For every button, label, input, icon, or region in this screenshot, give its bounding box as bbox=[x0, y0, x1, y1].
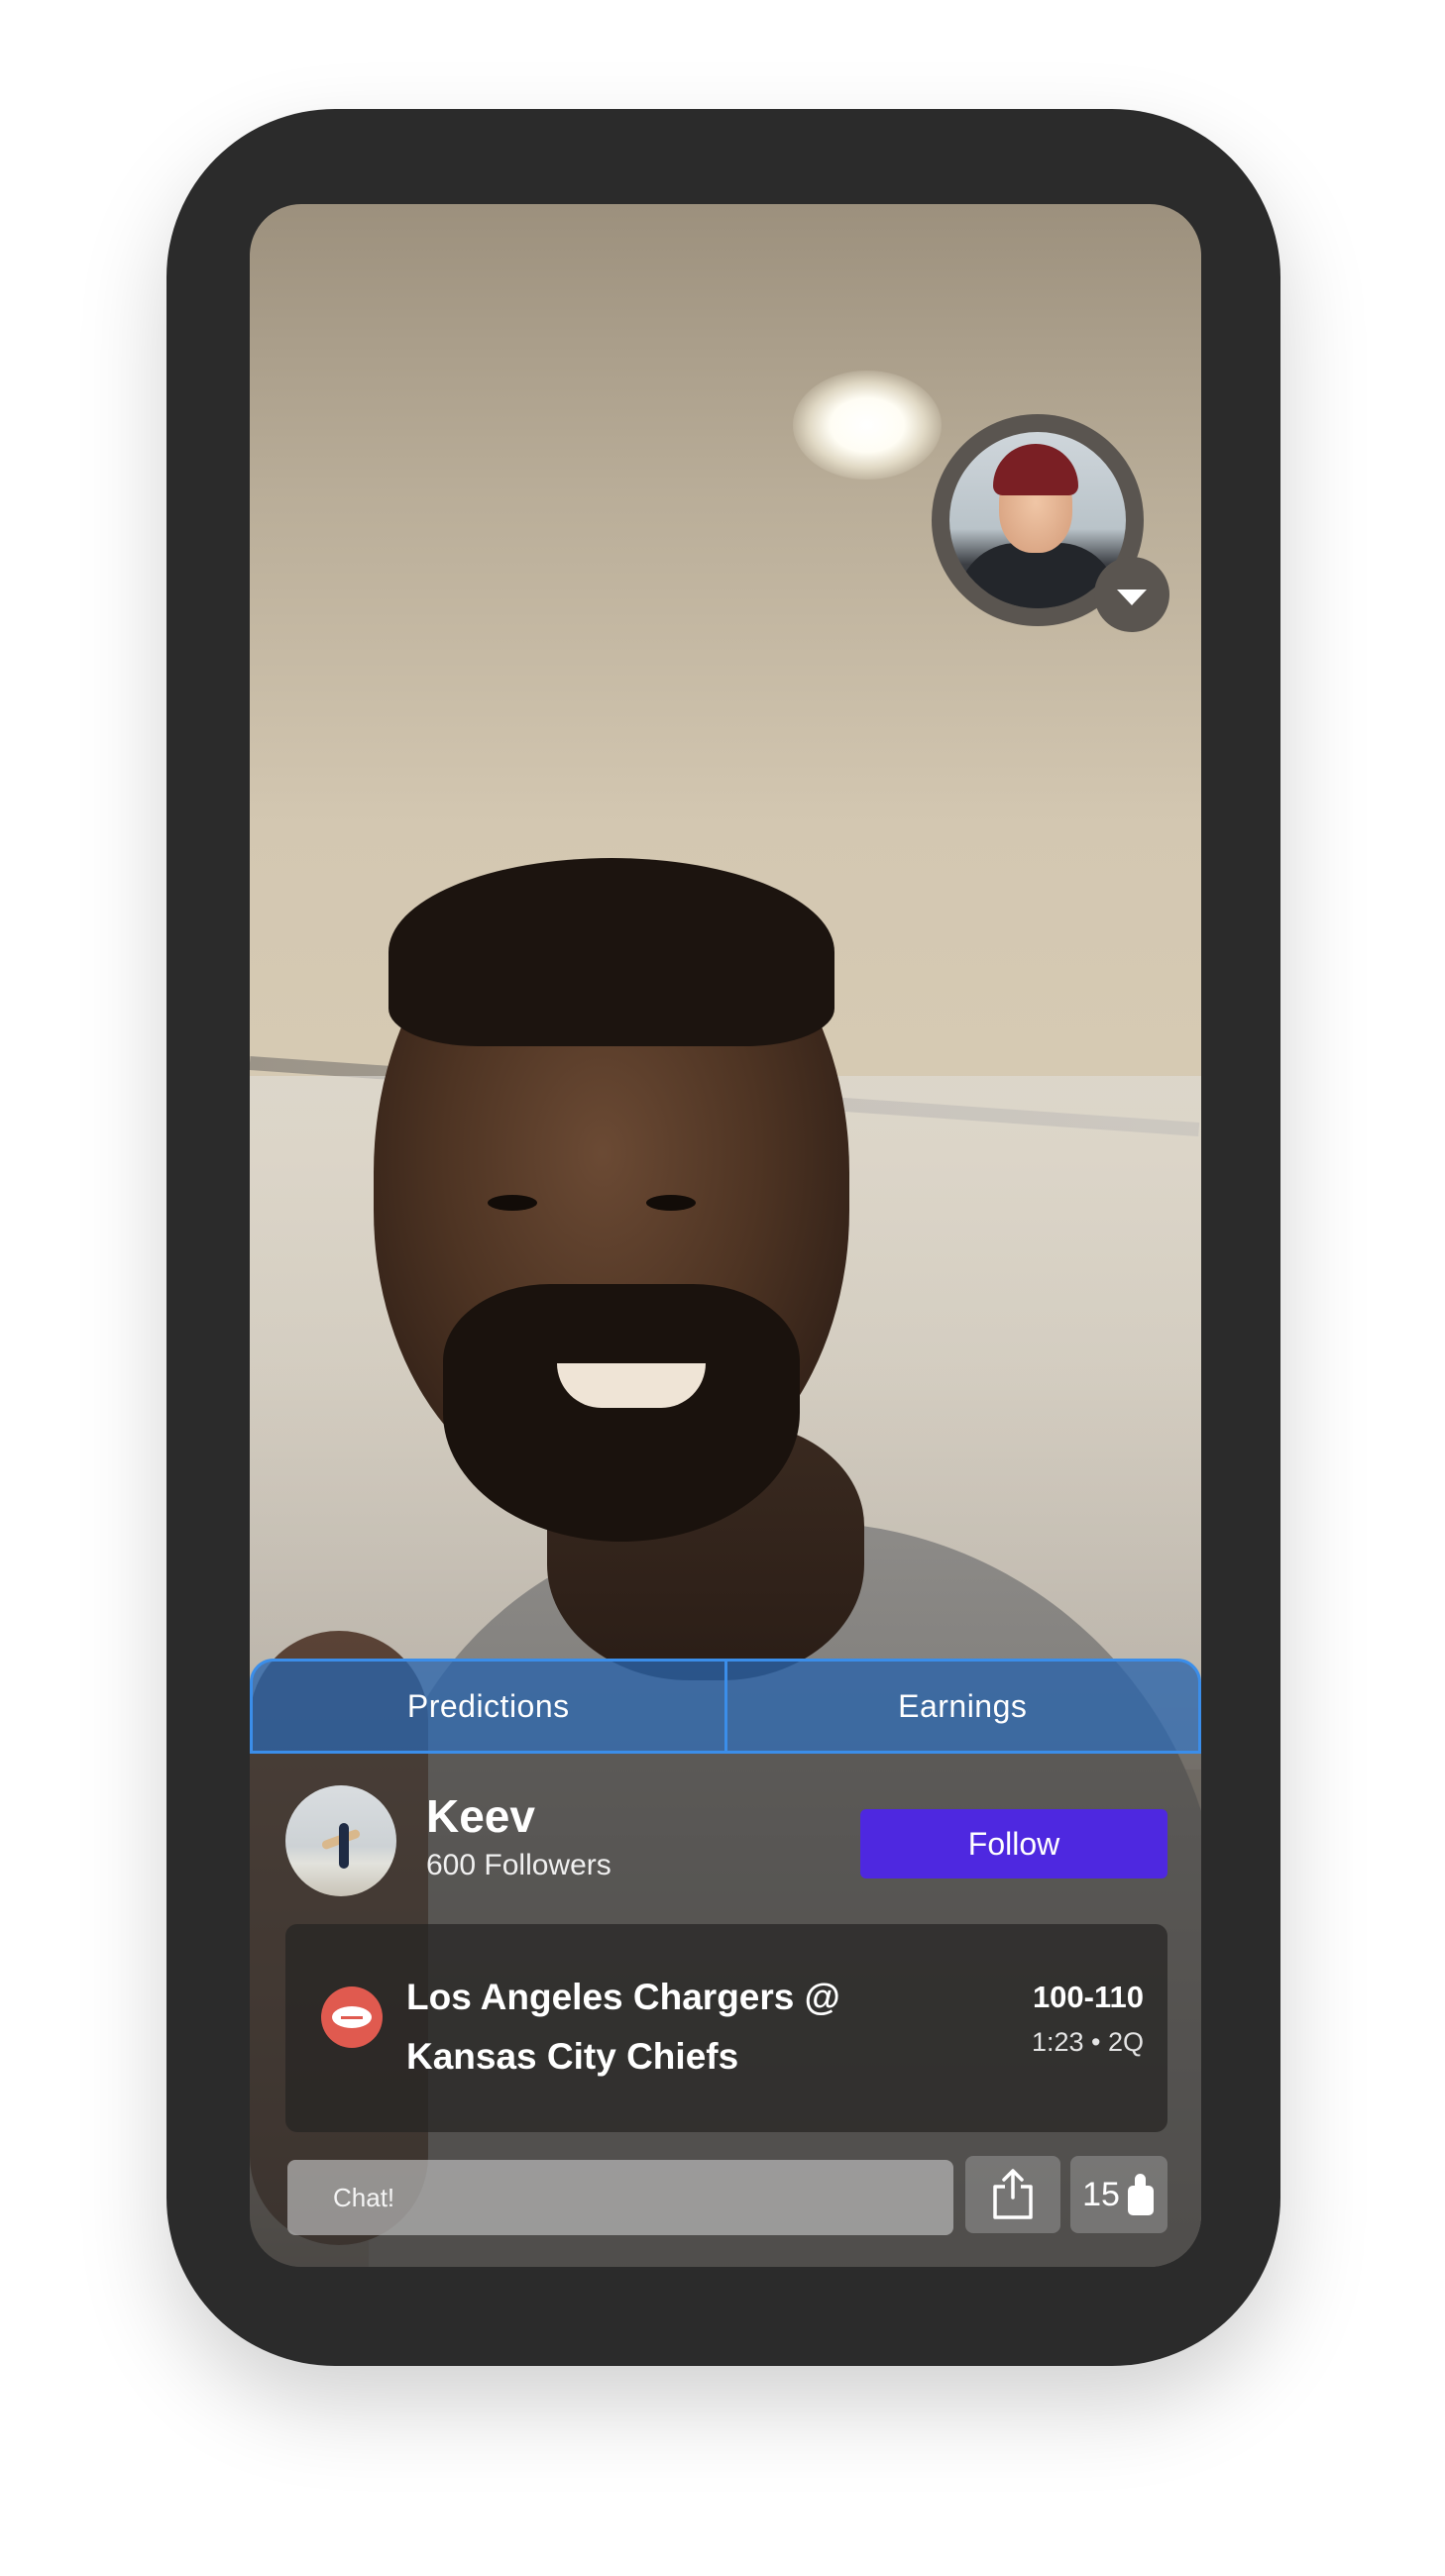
matchup-line-1: Los Angeles Chargers @ bbox=[406, 1977, 840, 2017]
pip-beanie bbox=[993, 444, 1078, 495]
chat-input[interactable] bbox=[287, 2160, 953, 2235]
matchup-line-2: Kansas City Chiefs bbox=[406, 2036, 739, 2077]
streamer-hair bbox=[389, 858, 834, 1046]
streamer-eye-right bbox=[646, 1195, 696, 1211]
tab-bar: Predictions Earnings bbox=[250, 1659, 1201, 1754]
game-score: 100-110 bbox=[1032, 1980, 1144, 2014]
follower-count: 600 Followers bbox=[426, 1849, 611, 1881]
thumbs-up-icon bbox=[1127, 2174, 1154, 2215]
share-button[interactable] bbox=[965, 2156, 1060, 2233]
game-card[interactable]: Los Angeles Chargers @ Kansas City Chief… bbox=[285, 1924, 1167, 2132]
tab-earnings[interactable]: Earnings bbox=[723, 1662, 1199, 1751]
streamer-name[interactable]: Keev bbox=[426, 1789, 535, 1843]
like-button[interactable]: 15 bbox=[1070, 2156, 1167, 2233]
tab-predictions[interactable]: Predictions bbox=[253, 1662, 724, 1751]
like-count: 15 bbox=[1082, 2175, 1120, 2213]
football-shape bbox=[332, 2006, 372, 2028]
follow-button[interactable]: Follow bbox=[860, 1809, 1167, 1878]
game-matchup: Los Angeles Chargers @ Kansas City Chief… bbox=[406, 1968, 922, 2087]
live-video-screen: Predictions Earnings Keev 600 Followers … bbox=[250, 204, 1201, 2267]
streamer-smile bbox=[557, 1363, 706, 1408]
share-icon bbox=[993, 2169, 1033, 2219]
game-clock: 1:23 • 2Q bbox=[1031, 2027, 1144, 2057]
streamer-beard bbox=[443, 1284, 800, 1542]
avatar-surfer bbox=[339, 1823, 349, 1869]
football-icon bbox=[321, 1986, 383, 2048]
chevron-down-icon bbox=[1117, 590, 1147, 605]
pip-expand-button[interactable] bbox=[1094, 557, 1169, 632]
avatar[interactable] bbox=[285, 1785, 396, 1896]
football-lace bbox=[341, 2015, 363, 2019]
streamer-eye-left bbox=[488, 1195, 537, 1211]
background-video bbox=[793, 371, 942, 480]
